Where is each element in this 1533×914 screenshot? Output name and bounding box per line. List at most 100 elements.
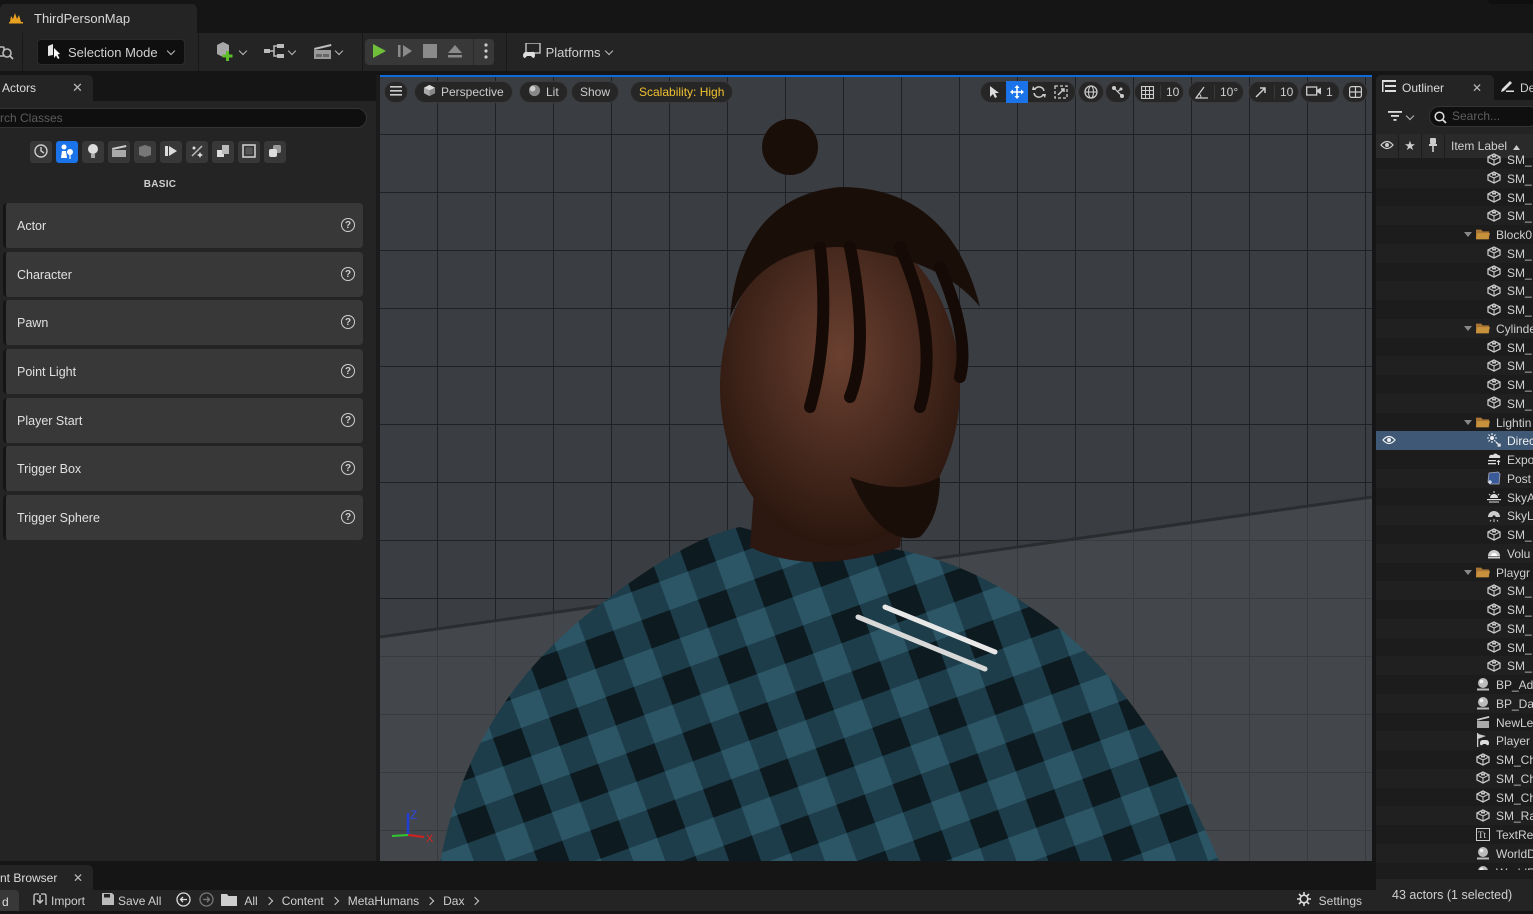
outliner-row[interactable]: SM_	[1376, 581, 1533, 600]
scale-snap-control[interactable]: 10	[1248, 81, 1300, 103]
breadcrumb-content[interactable]: Content	[282, 894, 324, 908]
grid-snap-control[interactable]: 10	[1134, 81, 1185, 103]
help-icon[interactable]: ?	[341, 364, 355, 378]
expand-arrow-icon[interactable]	[1464, 232, 1472, 237]
search-classes-input[interactable]: rch Classes	[0, 108, 367, 128]
outliner-folder-row[interactable]: Block0	[1376, 225, 1533, 244]
rotation-snap-control[interactable]: 10°	[1188, 81, 1245, 103]
outliner-row[interactable]: WorldD	[1376, 843, 1533, 863]
help-icon[interactable]: ?	[341, 218, 355, 232]
show-button[interactable]: Show	[571, 81, 620, 103]
outliner-row[interactable]: SM_	[1376, 356, 1533, 375]
basic-tab[interactable]	[56, 141, 78, 163]
outliner-row[interactable]: SM_	[1376, 393, 1533, 413]
close-icon[interactable]: ✕	[1472, 81, 1482, 95]
breadcrumb-dax[interactable]: Dax	[443, 894, 464, 908]
view-mode-button[interactable]: Lit	[519, 81, 568, 103]
browse-icon[interactable]	[0, 44, 18, 60]
map-tab[interactable]: ThirdPersonMap	[0, 4, 197, 33]
forward-icon[interactable]	[199, 891, 215, 910]
outliner-row[interactable]: SkyA	[1376, 488, 1533, 507]
import-button[interactable]: Import	[33, 893, 85, 908]
actor-item[interactable]: Pawn ?	[3, 300, 363, 345]
outliner-row[interactable]: SM_	[1376, 618, 1533, 638]
outliner-row[interactable]: SM_Ch	[1376, 750, 1533, 769]
cinematics-button[interactable]	[313, 42, 343, 63]
settings-button[interactable]: Settings	[1296, 892, 1362, 909]
outliner-row[interactable]: SkyL	[1376, 506, 1533, 525]
outliner-row[interactable]: SM_	[1376, 150, 1533, 169]
chevron-right-icon[interactable]	[471, 896, 480, 905]
outliner-row[interactable]: SM_	[1376, 188, 1533, 207]
play-icon[interactable]	[371, 43, 387, 62]
outliner-row[interactable]: SM_	[1376, 263, 1533, 282]
shapes-tab[interactable]	[238, 141, 260, 163]
cinematic-tab[interactable]	[108, 141, 130, 163]
filter-dropdown[interactable]	[1388, 110, 1415, 125]
visual-effects-tab[interactable]	[134, 141, 156, 163]
actor-item[interactable]: Character ?	[3, 252, 363, 297]
recently-placed-tab[interactable]	[30, 141, 52, 163]
close-icon[interactable]: ✕	[73, 871, 83, 885]
volumes-tab[interactable]	[160, 141, 182, 163]
actor-item[interactable]: Point Light ?	[3, 349, 363, 394]
outliner-row[interactable]: SM_	[1376, 656, 1533, 675]
outliner-row[interactable]: Player	[1376, 731, 1533, 750]
expand-arrow-icon[interactable]	[1464, 569, 1472, 575]
outliner-row[interactable]: SM_	[1376, 300, 1533, 319]
eject-icon[interactable]	[447, 44, 463, 61]
advance-frame-icon[interactable]	[397, 43, 413, 62]
save-all-button[interactable]: Save All	[102, 893, 161, 908]
lights-tab[interactable]	[82, 141, 104, 163]
camera-speed-control[interactable]: 1	[1300, 81, 1340, 103]
outliner-row[interactable]: Tt TextRe	[1376, 825, 1533, 844]
help-icon[interactable]: ?	[341, 267, 355, 281]
geometry-tab[interactable]	[212, 141, 234, 163]
outliner-row[interactable]: NewLe	[1376, 713, 1533, 732]
details-tab[interactable]: De	[1500, 75, 1533, 100]
eye-icon[interactable]	[1382, 434, 1396, 448]
outliner-row[interactable]: SM_	[1376, 375, 1533, 394]
rotate-tool-icon[interactable]	[1028, 81, 1050, 103]
all-classes-tab[interactable]	[264, 141, 286, 163]
outliner-row[interactable]: Volu	[1376, 543, 1533, 563]
outliner-row[interactable]: Expo	[1376, 450, 1533, 469]
outliner-folder-row[interactable]: Cylinde	[1376, 318, 1533, 338]
selection-mode-dropdown[interactable]: Selection Mode	[37, 39, 185, 65]
help-icon[interactable]: ?	[341, 510, 355, 524]
actor-item[interactable]: Actor ?	[3, 203, 363, 248]
outliner-row[interactable]: SM_	[1376, 243, 1533, 263]
outliner-row[interactable]: WorldF	[1376, 863, 1533, 870]
more-options-icon[interactable]	[484, 42, 488, 62]
add-button[interactable]: d	[0, 890, 19, 911]
close-icon[interactable]: ✕	[72, 80, 83, 96]
outliner-row[interactable]: SM_Ch	[1376, 768, 1533, 788]
outliner-row[interactable]: SM_	[1376, 338, 1533, 357]
outliner-row[interactable]: SM_	[1376, 638, 1533, 657]
breadcrumb-metahumans[interactable]: MetaHumans	[348, 894, 419, 908]
actor-item[interactable]: Trigger Sphere ?	[3, 495, 363, 540]
outliner-row[interactable]: SM_	[1376, 168, 1533, 188]
outliner-row[interactable]: SM_Ra	[1376, 806, 1533, 825]
scalability-button[interactable]: Scalability: High	[630, 81, 734, 103]
translate-tool-icon[interactable]	[1006, 81, 1028, 103]
world-local-toggle[interactable]	[1078, 81, 1104, 103]
outliner-row[interactable]: Direc	[1376, 431, 1533, 450]
expand-arrow-icon[interactable]	[1464, 419, 1472, 425]
expand-arrow-icon[interactable]	[1464, 325, 1472, 331]
back-icon[interactable]	[176, 891, 192, 910]
outliner-tab[interactable]: Outliner ✕	[1376, 75, 1494, 100]
stop-icon[interactable]	[422, 43, 437, 61]
breadcrumb-all[interactable]: All	[244, 894, 257, 908]
blueprints-button[interactable]	[263, 43, 296, 62]
help-icon[interactable]: ?	[341, 315, 355, 329]
scale-tool-icon[interactable]	[1050, 81, 1072, 103]
outliner-row[interactable]: SM_	[1376, 206, 1533, 225]
outliner-row[interactable]: Post	[1376, 468, 1533, 488]
outliner-row[interactable]: SM_	[1376, 281, 1533, 300]
outliner-folder-row[interactable]: Lightin	[1376, 413, 1533, 432]
perspective-button[interactable]: Perspective	[414, 81, 513, 103]
effects-tab[interactable]	[186, 141, 208, 163]
actors-tab[interactable]: Actors ✕	[0, 75, 93, 101]
actor-item[interactable]: Trigger Box ?	[3, 446, 363, 491]
